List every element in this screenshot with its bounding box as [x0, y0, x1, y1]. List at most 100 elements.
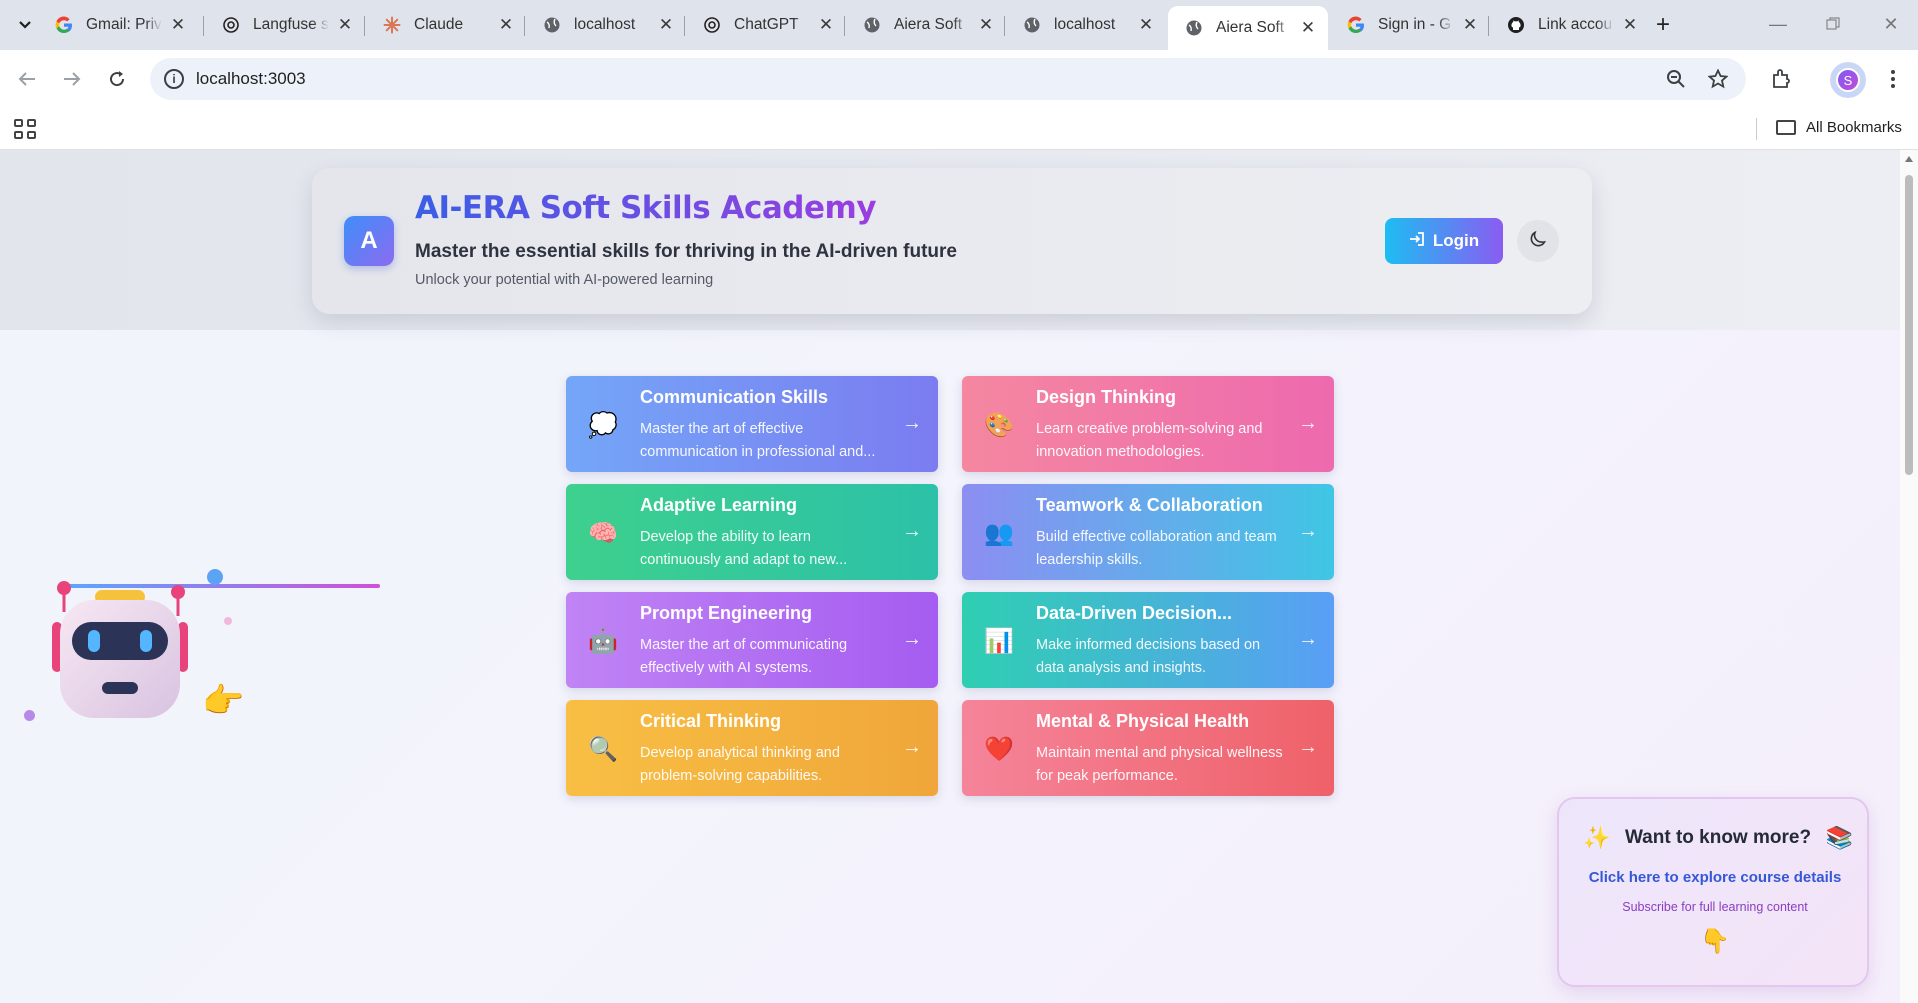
- course-title: Communication Skills: [640, 387, 829, 407]
- course-icon: ❤️: [984, 735, 1014, 763]
- tab-title: ChatGPT: [734, 16, 799, 33]
- tab-title: Gmail: Priv: [86, 16, 162, 33]
- course-card[interactable]: 📊 Data-Driven Decision... Make informed de…: [962, 592, 1334, 688]
- tab-close-icon[interactable]: ✕: [976, 15, 996, 35]
- tab-search-chevron-icon[interactable]: [10, 10, 40, 40]
- reload-button[interactable]: [100, 62, 134, 96]
- tab-close-icon[interactable]: ✕: [656, 15, 676, 35]
- tab-separator: [1488, 16, 1489, 36]
- folder-icon: [1776, 120, 1796, 135]
- globe-icon: [862, 15, 882, 35]
- browser-menu-icon[interactable]: [1876, 62, 1910, 96]
- theme-toggle-button[interactable]: [1517, 220, 1559, 262]
- apps-grid-icon[interactable]: [12, 117, 36, 141]
- browser-toolbar: i localhost:3003 S: [0, 50, 1918, 108]
- tab-close-icon[interactable]: ✕: [1298, 18, 1318, 38]
- tab-title: Langfuse s: [253, 16, 329, 33]
- openai-icon: [221, 15, 241, 35]
- explore-courses-link[interactable]: Click here to explore course details: [1559, 869, 1871, 886]
- tab-close-icon[interactable]: ✕: [1136, 15, 1156, 35]
- course-description: Develop the ability to learn continuousl…: [640, 529, 848, 568]
- course-icon: 🤖: [588, 627, 618, 655]
- page-viewport: A AI-ERA Soft Skills Academy Master the …: [0, 150, 1900, 1003]
- openai-icon: [702, 15, 722, 35]
- zoom-icon[interactable]: [1664, 67, 1688, 91]
- tab-close-icon[interactable]: ✕: [1460, 15, 1480, 35]
- course-description: Learn creative problem-solving and innov…: [1036, 421, 1263, 460]
- course-description: Maintain mental and physical wellness fo…: [1036, 745, 1283, 784]
- scroll-thumb[interactable]: [1905, 175, 1913, 475]
- tab-separator: [684, 16, 685, 36]
- robot-mascot: 👉: [52, 581, 244, 720]
- page-scrollbar[interactable]: [1900, 150, 1918, 1003]
- browser-tab[interactable]: Langfuse s ✕: [205, 6, 365, 44]
- globe-icon: [1184, 18, 1204, 38]
- tab-separator: [524, 16, 525, 36]
- course-card[interactable]: 👥 Teamwork & Collaboration Build effective…: [962, 484, 1334, 580]
- tab-close-icon[interactable]: ✕: [335, 15, 355, 35]
- new-tab-button[interactable]: +: [1650, 11, 1676, 38]
- course-card[interactable]: 🧠 Adaptive Learning Develop the ability to…: [566, 484, 938, 580]
- arrow-right-icon: →: [902, 520, 922, 542]
- back-button[interactable]: [10, 62, 44, 96]
- tab-close-icon[interactable]: ✕: [496, 15, 516, 35]
- course-card[interactable]: 🎨 Design Thinking Learn creative problem-s…: [962, 376, 1334, 472]
- tab-close-icon[interactable]: ✕: [816, 15, 836, 35]
- restore-button[interactable]: [1813, 8, 1853, 40]
- arrow-right-icon: →: [1298, 520, 1318, 542]
- extensions-icon[interactable]: [1764, 62, 1798, 96]
- arrow-right-icon: →: [902, 412, 922, 434]
- course-title: Adaptive Learning: [640, 495, 798, 515]
- claude-icon: [382, 15, 402, 35]
- tab-separator: [844, 16, 845, 36]
- close-window-button[interactable]: ✕: [1871, 8, 1911, 40]
- browser-tab[interactable]: Aiera Soft ✕: [846, 6, 1006, 44]
- course-icon: 🧠: [588, 519, 618, 547]
- course-card[interactable]: 🤖 Prompt Engineering Master the art of com…: [566, 592, 938, 688]
- course-icon: 👥: [984, 519, 1014, 547]
- bookmark-star-icon[interactable]: [1706, 67, 1730, 91]
- browser-tab[interactable]: localhost ✕: [526, 6, 686, 44]
- browser-tab[interactable]: Aiera Soft ✕: [1168, 6, 1328, 50]
- login-button[interactable]: Login: [1385, 218, 1503, 264]
- browser-tab[interactable]: Link accou ✕: [1490, 6, 1650, 44]
- promo-title: Want to know more?: [1624, 827, 1812, 848]
- course-title: Prompt Engineering: [640, 603, 813, 623]
- tab-title: Link accou: [1538, 16, 1613, 33]
- course-card[interactable]: ❤️ Mental & Physical Health Maintain menta…: [962, 700, 1334, 796]
- google-icon: [1346, 15, 1366, 35]
- tab-close-icon[interactable]: ✕: [1620, 15, 1640, 35]
- url-text[interactable]: localhost:3003: [196, 69, 306, 89]
- browser-tab[interactable]: ChatGPT ✕: [686, 6, 846, 44]
- browser-tab[interactable]: Claude ✕: [366, 6, 526, 44]
- course-icon: 📊: [984, 627, 1014, 655]
- browser-tab[interactable]: localhost ✕: [1006, 6, 1166, 44]
- tab-title: localhost: [574, 16, 636, 33]
- course-icon: 💭: [588, 411, 618, 439]
- course-card[interactable]: 💭 Communication Skills Master the art of e…: [566, 376, 938, 472]
- forward-button[interactable]: [55, 62, 89, 96]
- course-card[interactable]: 🔍 Critical Thinking Develop analytical thi…: [566, 700, 938, 796]
- google-icon: [54, 15, 74, 35]
- tab-title: localhost: [1054, 16, 1116, 33]
- tab-close-icon[interactable]: ✕: [168, 15, 188, 35]
- arrow-right-icon: →: [1298, 736, 1318, 758]
- browser-tab[interactable]: Sign in - G ✕: [1330, 6, 1490, 44]
- course-title: Teamwork & Collaboration: [1036, 495, 1263, 515]
- tab-separator: [364, 16, 365, 36]
- promo-card[interactable]: ✨ Want to know more? 📚 Click here to exp…: [1557, 797, 1869, 987]
- github-icon: [1506, 15, 1526, 35]
- site-info-icon[interactable]: i: [164, 69, 184, 89]
- scroll-up-arrow-icon[interactable]: [1905, 156, 1913, 162]
- svg-text:👉: 👉: [202, 682, 244, 720]
- address-bar[interactable]: i localhost:3003: [150, 58, 1746, 100]
- globe-icon: [1022, 15, 1042, 35]
- books-icon: 📚: [1825, 825, 1853, 850]
- course-icon: 🔍: [588, 735, 618, 763]
- profile-avatar[interactable]: S: [1830, 62, 1866, 98]
- arrow-right-icon: →: [1298, 628, 1318, 650]
- site-logo[interactable]: A: [344, 216, 394, 266]
- all-bookmarks-button[interactable]: All Bookmarks: [1776, 119, 1902, 136]
- minimize-button[interactable]: —: [1758, 8, 1798, 40]
- browser-tab[interactable]: Gmail: Priv ✕: [38, 6, 198, 44]
